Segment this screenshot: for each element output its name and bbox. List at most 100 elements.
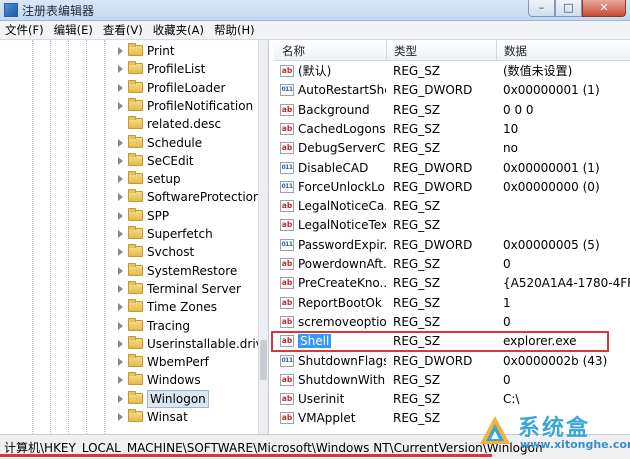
expand-arrow-icon[interactable] bbox=[118, 193, 123, 202]
expand-arrow-icon[interactable] bbox=[118, 394, 123, 403]
menu-favorites[interactable]: 收藏夹(A) bbox=[148, 21, 209, 39]
expand-arrow-icon[interactable] bbox=[118, 156, 123, 165]
value-row[interactable]: ab scremoveoption REG_SZ 0 bbox=[274, 313, 630, 332]
expand-arrow-icon[interactable] bbox=[118, 175, 123, 184]
value-name-cell: PasswordExpir... bbox=[298, 238, 386, 253]
expand-arrow-icon[interactable] bbox=[118, 211, 123, 220]
value-row[interactable]: ab DebugServerC... REG_SZ no bbox=[274, 139, 630, 158]
expand-arrow-icon[interactable] bbox=[118, 101, 123, 110]
value-row[interactable]: ab LegalNoticeCa... REG_SZ bbox=[274, 197, 630, 216]
tree-item[interactable]: Time Zones bbox=[2, 298, 268, 316]
expand-arrow-icon[interactable] bbox=[118, 358, 123, 367]
tree-item[interactable]: SoftwareProtectionP bbox=[2, 188, 268, 206]
value-row[interactable]: ab PowerdownAft... REG_SZ 0 bbox=[274, 255, 630, 274]
value-row[interactable]: ab CachedLogons... REG_SZ 10 bbox=[274, 120, 630, 139]
folder-icon bbox=[128, 409, 143, 422]
expand-arrow-icon[interactable] bbox=[118, 138, 123, 147]
expand-arrow-icon[interactable] bbox=[118, 339, 123, 348]
value-row[interactable]: ab (默认) REG_SZ (数值未设置) bbox=[274, 62, 630, 81]
expand-arrow-icon[interactable] bbox=[118, 284, 123, 293]
value-row[interactable]: ab Background REG_SZ 0 0 0 bbox=[274, 101, 630, 120]
close-button[interactable]: ✕ bbox=[582, 0, 626, 17]
expand-arrow-icon[interactable] bbox=[118, 376, 123, 385]
tree-item[interactable]: SPP bbox=[2, 207, 268, 225]
tree-item[interactable]: Winlogon bbox=[2, 389, 268, 408]
expand-arrow-icon[interactable] bbox=[118, 230, 123, 238]
expand-arrow-icon[interactable] bbox=[118, 266, 123, 275]
tree-item[interactable]: Superfetch bbox=[2, 225, 268, 243]
column-separator[interactable] bbox=[386, 40, 387, 60]
tree-item[interactable]: Windows bbox=[2, 371, 268, 389]
folder-icon bbox=[128, 280, 143, 294]
tree-scrollbar-thumb[interactable] bbox=[260, 340, 267, 380]
value-row[interactable]: 011 DisableCAD REG_DWORD 0x00000001 (1) bbox=[274, 159, 630, 178]
expand-arrow-icon[interactable] bbox=[118, 65, 123, 74]
tree-item[interactable]: Terminal Server bbox=[2, 280, 268, 298]
value-row[interactable]: ab LegalNoticeText REG_SZ bbox=[274, 216, 630, 235]
tree-item-label: Svchost bbox=[147, 245, 195, 260]
folder-icon bbox=[128, 152, 143, 166]
tree-item[interactable]: related.desc bbox=[2, 115, 268, 133]
registry-values-list[interactable]: 名称 类型 数据 ab (默认) REG_SZ (数值未设置) 011 AutoResta… bbox=[274, 40, 630, 434]
expand-arrow-icon[interactable] bbox=[118, 47, 123, 55]
tree-item[interactable]: Print bbox=[2, 42, 268, 60]
value-row[interactable]: ab PreCreateKno... REG_SZ {A520A1A4-1780-4F… bbox=[274, 274, 630, 293]
expand-arrow-icon[interactable] bbox=[118, 248, 123, 257]
value-name-cell: DisableCAD bbox=[298, 161, 386, 176]
value-name-cell: Userinit bbox=[298, 392, 386, 407]
tree-item[interactable]: setup bbox=[2, 170, 268, 188]
folder-icon bbox=[128, 97, 143, 111]
column-separator[interactable] bbox=[496, 40, 497, 60]
title-bar: 注册表编辑器 – □ ✕ bbox=[0, 0, 630, 21]
reg-string-icon: ab bbox=[280, 200, 294, 213]
folder-icon bbox=[128, 226, 143, 239]
minimize-button[interactable]: – bbox=[528, 0, 555, 17]
value-row[interactable]: 011 ShutdownFlags REG_DWORD 0x0000002b (43) bbox=[274, 352, 630, 371]
folder-icon bbox=[128, 207, 143, 221]
value-row[interactable]: ab Userinit REG_SZ C:\ bbox=[274, 390, 630, 409]
column-data-header[interactable]: 数据 bbox=[504, 43, 527, 59]
tree-item[interactable]: ProfileNotification bbox=[2, 97, 268, 115]
menu-edit[interactable]: 编辑(E) bbox=[49, 21, 98, 39]
tree-item[interactable]: WbemPerf bbox=[2, 353, 268, 371]
folder-icon bbox=[128, 262, 143, 276]
column-type-header[interactable]: 类型 bbox=[394, 43, 417, 59]
tree-item[interactable]: Userinstallable.drive bbox=[2, 335, 268, 353]
value-row[interactable]: 011 AutoRestartShell REG_DWORD 0x00000001 (… bbox=[274, 81, 630, 100]
tree-item[interactable]: ProfileList bbox=[2, 60, 268, 78]
tree-item[interactable]: Svchost bbox=[2, 243, 268, 261]
column-name-header[interactable]: 名称 bbox=[282, 43, 305, 59]
menu-view[interactable]: 查看(V) bbox=[98, 21, 148, 39]
value-type: REG_SZ bbox=[393, 218, 441, 233]
maximize-button[interactable]: □ bbox=[555, 0, 582, 17]
regedit-icon bbox=[4, 3, 18, 17]
expand-arrow-icon[interactable] bbox=[118, 321, 123, 330]
reg-string-icon: ab bbox=[280, 277, 294, 290]
tree-item[interactable]: Schedule bbox=[2, 134, 268, 152]
value-name: scremoveoption bbox=[298, 314, 386, 329]
menu-file[interactable]: 文件(F) bbox=[0, 21, 49, 39]
value-name: ShutdownWith... bbox=[298, 372, 386, 387]
tree-item[interactable]: SystemRestore bbox=[2, 262, 268, 280]
value-row[interactable]: ab ReportBootOk REG_SZ 1 bbox=[274, 294, 630, 313]
menu-help[interactable]: 帮助(H) bbox=[209, 21, 260, 39]
tree-item-label: ProfileList bbox=[147, 62, 206, 77]
value-row[interactable]: ab ShutdownWith... REG_SZ 0 bbox=[274, 371, 630, 390]
value-name-cell: ShutdownFlags bbox=[298, 354, 386, 369]
expand-arrow-icon[interactable] bbox=[118, 413, 123, 421]
folder-icon bbox=[128, 299, 143, 313]
tree-item[interactable]: Tracing bbox=[2, 317, 268, 335]
tree-item-label: Terminal Server bbox=[147, 281, 241, 296]
value-type: REG_SZ bbox=[393, 372, 441, 387]
registry-key-tree[interactable]: Print ProfileList ProfileLoader ProfileNoti… bbox=[2, 40, 269, 434]
value-row[interactable]: 011 PasswordExpir... REG_DWORD 0x00000005 (… bbox=[274, 236, 630, 255]
tree-scrollbar[interactable] bbox=[258, 40, 268, 434]
value-type: REG_SZ bbox=[393, 276, 441, 291]
tree-item[interactable]: Winsat bbox=[2, 408, 268, 426]
value-row[interactable]: 011 ForceUnlockLo... REG_DWORD 0x00000000 (… bbox=[274, 178, 630, 197]
tree-item[interactable]: ProfileLoader bbox=[2, 79, 268, 97]
tree-item-label: Winsat bbox=[147, 410, 188, 424]
expand-arrow-icon[interactable] bbox=[118, 303, 123, 312]
expand-arrow-icon[interactable] bbox=[118, 83, 123, 92]
tree-item[interactable]: SeCEdit bbox=[2, 152, 268, 170]
